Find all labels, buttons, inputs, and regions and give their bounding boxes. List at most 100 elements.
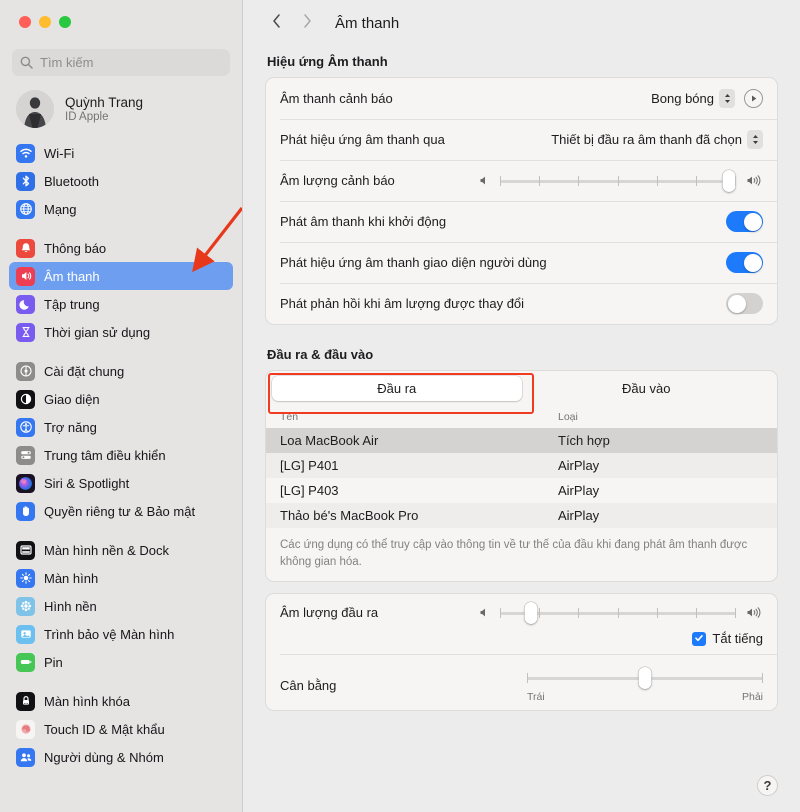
ui-sound-effects-row: Phát hiệu ứng âm thanh giao diện người d…: [266, 242, 777, 283]
play-through-popup[interactable]: Thiết bị đầu ra âm thanh đã chọn: [551, 130, 763, 149]
sidebar-item-displays[interactable]: Màn hình: [9, 564, 233, 592]
sidebar-nav: Wi-Fi Bluetooth Mạng Thông báo Âm thanh …: [0, 139, 242, 782]
balance-left-label: Trái: [527, 690, 545, 703]
balance-row: Cân bằng Trái Phải: [266, 654, 777, 710]
sidebar-item-battery[interactable]: Pin: [9, 648, 233, 676]
play-alert-sound-button[interactable]: [744, 89, 763, 108]
search-container: Tìm kiếm: [0, 40, 242, 76]
balance-slider[interactable]: [527, 666, 763, 689]
sidebar-item-label: Màn hình khóa: [44, 693, 131, 709]
control-center-icon: [16, 445, 35, 465]
sidebar-item-siri-spotlight[interactable]: Siri & Spotlight: [9, 469, 233, 497]
table-row[interactable]: [LG] P403 AirPlay: [266, 478, 777, 503]
mute-label: Tắt tiếng: [712, 631, 763, 647]
sidebar-item-users-groups[interactable]: Người dùng & Nhóm: [9, 743, 233, 771]
play-icon: [750, 90, 758, 108]
device-type: Tích hợp: [558, 433, 610, 448]
alert-sound-popup[interactable]: Bong bóng: [651, 89, 735, 108]
sidebar-item-sound[interactable]: Âm thanh: [9, 262, 233, 290]
device-type: AirPlay: [558, 483, 600, 498]
mute-checkbox[interactable]: [692, 630, 707, 648]
slider-tick: [539, 175, 540, 186]
output-input-card: Đầu ra Đầu vào Tên Loại Loa MacBook Air …: [265, 370, 778, 583]
sidebar-item-label: Giao diện: [44, 391, 100, 407]
ui-sound-effects-label: Phát hiệu ứng âm thanh giao diện người d…: [280, 255, 547, 270]
apple-account-item[interactable]: Quỳnh Trang ID Apple: [0, 76, 242, 139]
slider-tick: [500, 607, 501, 618]
play-through-value: Thiết bị đầu ra âm thanh đã chọn: [551, 132, 742, 147]
slider-knob[interactable]: [638, 666, 652, 689]
sidebar-item-bluetooth[interactable]: Bluetooth: [9, 167, 233, 195]
sidebar-item-control-center[interactable]: Trung tâm điều khiển: [9, 441, 233, 469]
forward-button[interactable]: [294, 10, 320, 36]
slider-tick: [539, 607, 540, 618]
traffic-lights: [0, 0, 242, 40]
startup-sound-row: Phát âm thanh khi khởi động: [266, 201, 777, 242]
table-row[interactable]: Loa MacBook Air Tích hợp: [266, 428, 777, 453]
tab-input[interactable]: Đầu vào: [522, 376, 772, 401]
output-volume-slider[interactable]: [500, 601, 736, 624]
device-name: [LG] P401: [280, 458, 339, 473]
sidebar-item-label: Tập trung: [44, 296, 100, 312]
slider-tick: [762, 672, 763, 683]
sidebar-item-label: Wi-Fi: [44, 145, 75, 161]
toggle-knob: [727, 294, 746, 313]
tab-output[interactable]: Đầu ra: [272, 376, 522, 401]
gear-icon: [16, 361, 35, 381]
alert-volume-slider[interactable]: [500, 169, 736, 192]
sidebar-item-focus[interactable]: Tập trung: [9, 290, 233, 318]
sidebar-item-privacy-security[interactable]: Quyền riêng tư & Bảo mật: [9, 497, 233, 525]
wifi-icon: [16, 143, 35, 163]
balance-end-labels: Trái Phải: [527, 691, 763, 703]
startup-sound-toggle[interactable]: [726, 211, 763, 232]
sidebar-item-label: Touch ID & Mật khẩu: [44, 721, 165, 737]
slider-knob[interactable]: [722, 169, 736, 192]
ui-sound-effects-toggle[interactable]: [726, 252, 763, 273]
speaker-high-icon: [745, 606, 763, 619]
search-input[interactable]: Tìm kiếm: [12, 49, 230, 76]
avatar: [16, 90, 54, 128]
back-button[interactable]: [263, 10, 289, 36]
close-window-button[interactable]: [19, 16, 31, 28]
users-groups-icon: [16, 747, 35, 767]
volume-feedback-toggle[interactable]: [726, 293, 763, 314]
output-input-section-title: Đầu ra & đầu vào: [267, 347, 374, 362]
sidebar-item-label: Thời gian sử dụng: [44, 324, 151, 340]
slider-knob[interactable]: [524, 601, 538, 624]
speaker-icon: [16, 266, 35, 286]
sidebar-item-desktop-dock[interactable]: Màn hình nền & Dock: [9, 536, 233, 564]
sidebar-item-accessibility[interactable]: Trợ năng: [9, 413, 233, 441]
slider-tick: [696, 607, 697, 618]
bluetooth-icon: [16, 171, 35, 191]
slider-tick: [735, 607, 736, 618]
sidebar-item-label: Trợ năng: [44, 419, 97, 435]
minimize-window-button[interactable]: [39, 16, 51, 28]
chevron-right-icon: [302, 13, 313, 34]
table-row[interactable]: [LG] P401 AirPlay: [266, 453, 777, 478]
sidebar-item-label: Người dùng & Nhóm: [44, 749, 164, 765]
help-icon: ?: [763, 778, 772, 793]
sidebar-item-screen-time[interactable]: Thời gian sử dụng: [9, 318, 233, 346]
sidebar-item-notifications[interactable]: Thông báo: [9, 234, 233, 262]
sidebar-item-wallpaper[interactable]: Hình nền: [9, 592, 233, 620]
sidebar-item-network[interactable]: Mạng: [9, 195, 233, 223]
device-name: Thảo bé's MacBook Pro: [280, 508, 419, 523]
speaker-high-icon: [745, 174, 763, 187]
sidebar-group-security: Màn hình khóa Touch ID & Mật khẩu Người …: [9, 687, 233, 782]
device-type: AirPlay: [558, 508, 600, 523]
table-row[interactable]: Thảo bé's MacBook Pro AirPlay: [266, 503, 777, 528]
help-button[interactable]: ?: [757, 775, 778, 796]
sidebar-item-appearance[interactable]: Giao diện: [9, 385, 233, 413]
sidebar-item-label: Cài đặt chung: [44, 363, 125, 379]
checkmark-icon: [694, 630, 704, 648]
sidebar-item-wifi[interactable]: Wi-Fi: [9, 139, 233, 167]
sidebar-item-touchid-password[interactable]: Touch ID & Mật khẩu: [9, 715, 233, 743]
sidebar-item-label: Trình bảo vệ Màn hình: [44, 626, 175, 642]
sidebar-item-screensaver[interactable]: Trình bảo vệ Màn hình: [9, 620, 233, 648]
play-through-row: Phát hiệu ứng âm thanh qua Thiết bị đầu …: [266, 119, 777, 160]
screensaver-icon: [16, 624, 35, 644]
alert-sound-row: Âm thanh cảnh báo Bong bóng: [266, 78, 777, 119]
maximize-window-button[interactable]: [59, 16, 71, 28]
sidebar-item-general[interactable]: Cài đặt chung: [9, 357, 233, 385]
sidebar-item-lock-screen[interactable]: Màn hình khóa: [9, 687, 233, 715]
